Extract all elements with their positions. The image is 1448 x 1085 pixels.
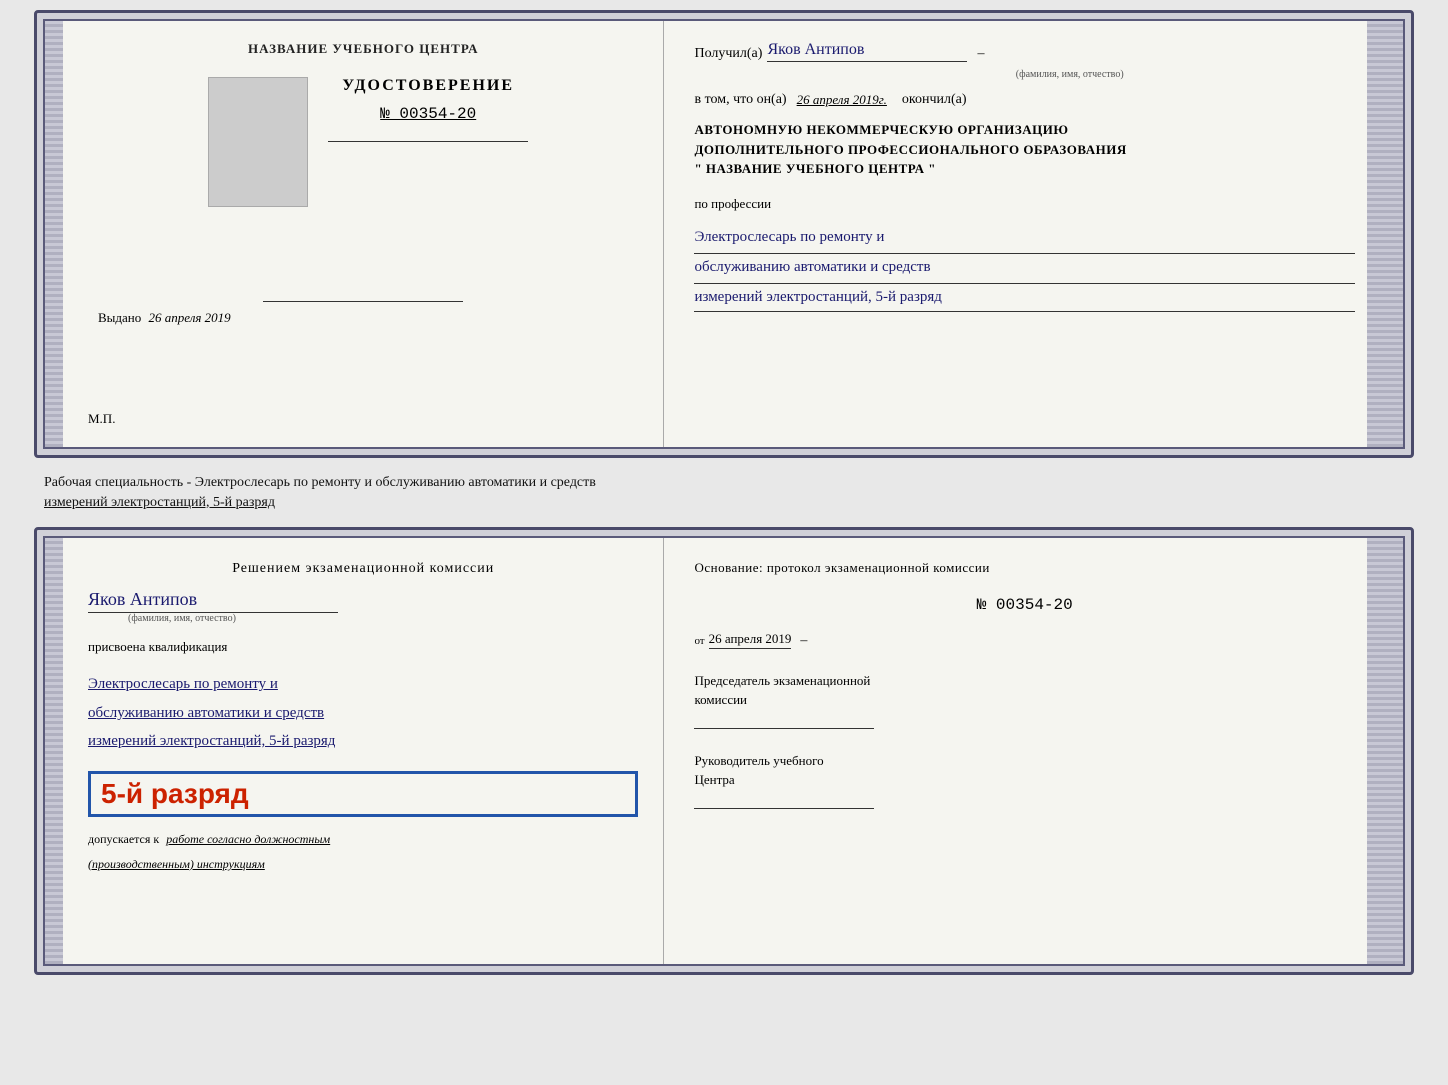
assigned-text: присвоена квалификация bbox=[88, 639, 638, 655]
issued-line: Выдано 26 апреля 2019 bbox=[98, 310, 638, 326]
qual-line3: измерений электростанций, 5-й разряд bbox=[88, 727, 638, 756]
fio-subtitle: (фамилия, имя, отчество) bbox=[784, 69, 1355, 80]
cert-underline-line bbox=[328, 141, 528, 142]
between-line1: Рабочая специальность - Электрослесарь п… bbox=[44, 473, 1404, 493]
commission-title: Решением экзаменационной комиссии bbox=[88, 558, 638, 579]
doc1-right-page: Получил(а) Яков Антипов – (фамилия, имя,… bbox=[664, 21, 1385, 447]
org-title: НАЗВАНИЕ УЧЕБНОГО ЦЕНТРА bbox=[248, 41, 479, 57]
rank-badge: 5-й разряд bbox=[88, 771, 638, 817]
dash: – bbox=[977, 46, 984, 62]
between-line2: измерений электростанций, 5-й разряд bbox=[44, 493, 1404, 513]
admit-block: допускается к работе согласно должностны… bbox=[88, 832, 638, 847]
doc2-right-page: Основание: протокол экзаменационной коми… bbox=[664, 538, 1385, 964]
issued-label: Выдано bbox=[98, 310, 141, 325]
qual-line2: обслуживанию автоматики и средств bbox=[88, 699, 638, 728]
right-dash: – bbox=[800, 633, 807, 649]
doc2-fio: Яков Антипов bbox=[88, 589, 338, 613]
photo-and-content: УДОСТОВЕРЕНИЕ № 00354-20 bbox=[198, 77, 528, 207]
date-prefix: от bbox=[694, 635, 704, 647]
date-line: в том, что он(а) 26 апреля 2019г. окончи… bbox=[694, 92, 1355, 108]
admit-text: работе согласно должностным bbox=[166, 832, 330, 846]
mid-underline bbox=[263, 301, 463, 302]
received-label: Получил(а) bbox=[694, 46, 762, 62]
doc2-inner: Решением экзаменационной комиссии Яков А… bbox=[43, 536, 1405, 966]
qual-line1: Электрослесарь по ремонту и bbox=[88, 670, 638, 699]
doc1-left-page: НАЗВАНИЕ УЧЕБНОГО ЦЕНТРА УДОСТОВЕРЕНИЕ №… bbox=[63, 21, 664, 447]
chairman-signature bbox=[694, 728, 874, 729]
qualification-block: Электрослесарь по ремонту и обслуживанию… bbox=[88, 670, 638, 756]
doc2-fio-subtitle: (фамилия, имя, отчество) bbox=[128, 613, 236, 624]
chairman-block: Председатель экзаменационной комиссии bbox=[694, 671, 1355, 729]
issued-date: 26 апреля 2019 bbox=[149, 310, 231, 325]
org-line1: АВТОНОМНУЮ НЕКОММЕРЧЕСКУЮ ОРГАНИЗАЦИЮ bbox=[694, 120, 1355, 140]
protocol-number: № 00354-20 bbox=[694, 596, 1355, 614]
doc2-right-strip bbox=[1367, 538, 1385, 964]
right-decorative-strip bbox=[1367, 21, 1385, 447]
doc2-left-page: Решением экзаменационной комиссии Яков А… bbox=[63, 538, 664, 964]
head-role1: Руководитель учебного bbox=[694, 751, 1355, 771]
document-2: Решением экзаменационной комиссии Яков А… bbox=[34, 527, 1414, 975]
document-1: НАЗВАНИЕ УЧЕБНОГО ЦЕНТРА УДОСТОВЕРЕНИЕ №… bbox=[34, 10, 1414, 458]
profession-label: по профессии bbox=[694, 196, 1355, 212]
profession-handwritten: Электрослесарь по ремонту и обслуживанию… bbox=[694, 224, 1355, 312]
right-side-strip bbox=[1385, 21, 1403, 447]
fio-block: Яков Антипов (фамилия, имя, отчество) bbox=[88, 589, 638, 624]
date-value: 26 апреля 2019 bbox=[709, 631, 792, 649]
prof-line2: обслуживанию автоматики и средств bbox=[694, 254, 1355, 284]
in-that-label: в том, что он(а) bbox=[694, 92, 786, 108]
doc2-left-strip bbox=[45, 538, 63, 964]
chairman-role1: Председатель экзаменационной bbox=[694, 671, 1355, 691]
org-line2: ДОПОЛНИТЕЛЬНОГО ПРОФЕССИОНАЛЬНОГО ОБРАЗО… bbox=[694, 140, 1355, 160]
head-block: Руководитель учебного Центра bbox=[694, 751, 1355, 809]
fio-handwritten: Яков Антипов bbox=[767, 41, 967, 62]
basis-text: Основание: протокол экзаменационной коми… bbox=[694, 558, 1355, 579]
issued-block: Выдано 26 апреля 2019 bbox=[88, 293, 638, 326]
finished-label: окончил(а) bbox=[902, 92, 967, 108]
recipient-line: Получил(а) Яков Антипов – bbox=[694, 41, 1355, 62]
chairman-role2: комиссии bbox=[694, 690, 1355, 710]
org-block: АВТОНОМНУЮ НЕКОММЕРЧЕСКУЮ ОРГАНИЗАЦИЮ ДО… bbox=[694, 120, 1355, 179]
head-signature bbox=[694, 808, 874, 809]
prof-line3: измерений электростанций, 5-й разряд bbox=[694, 284, 1355, 311]
between-text: Рабочая специальность - Электрослесарь п… bbox=[34, 468, 1414, 517]
date-handwritten: 26 апреля 2019г. bbox=[797, 92, 887, 108]
org-line3: " НАЗВАНИЕ УЧЕБНОГО ЦЕНТРА " bbox=[694, 159, 1355, 179]
left-decorative-strip bbox=[45, 21, 63, 447]
mp-line: М.П. bbox=[88, 411, 115, 427]
cert-center: УДОСТОВЕРЕНИЕ № 00354-20 bbox=[328, 77, 528, 150]
prof-line1: Электрослесарь по ремонту и bbox=[694, 224, 1355, 254]
head-role2: Центра bbox=[694, 770, 1355, 790]
date-from: от 26 апреля 2019 – bbox=[694, 631, 1355, 649]
doc2-right-side-strip bbox=[1385, 538, 1403, 964]
admit-label: допускается к bbox=[88, 832, 159, 846]
doc1-inner: НАЗВАНИЕ УЧЕБНОГО ЦЕНТРА УДОСТОВЕРЕНИЕ №… bbox=[43, 19, 1405, 449]
cert-number: № 00354-20 bbox=[380, 105, 476, 123]
photo-placeholder bbox=[208, 77, 308, 207]
cert-title: УДОСТОВЕРЕНИЕ bbox=[342, 77, 514, 95]
commission-line1: Решением экзаменационной комиссии bbox=[232, 561, 494, 576]
instructions-text: (производственным) инструкциям bbox=[88, 857, 638, 872]
